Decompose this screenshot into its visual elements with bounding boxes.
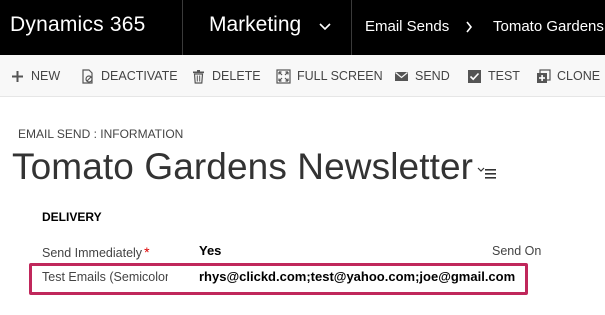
test-label: TEST (488, 69, 520, 83)
clone-icon (537, 68, 551, 83)
send-immediately-label: Send Immediately * (42, 244, 150, 260)
full-screen-icon (276, 68, 291, 84)
new-button[interactable]: NEW (10, 67, 60, 85)
full-screen-button[interactable]: FULL SCREEN (276, 67, 383, 85)
area-selector-label[interactable]: Marketing (209, 13, 301, 37)
send-immediately-label-text: Send Immediately (42, 246, 143, 260)
top-nav-bar: Dynamics 365 Marketing Email Sends Tomat… (0, 0, 605, 55)
send-label: SEND (415, 69, 450, 83)
trash-icon (193, 69, 204, 84)
test-button[interactable]: TEST (467, 67, 520, 85)
delete-button[interactable]: DELETE (191, 67, 261, 85)
send-immediately-value[interactable]: Yes (199, 243, 221, 258)
form-selector-label[interactable]: EMAIL SEND : INFORMATION (18, 127, 183, 141)
checkbox-icon (468, 69, 481, 83)
deactivate-button[interactable]: DEACTIVATE (80, 67, 178, 85)
plus-icon (12, 70, 23, 82)
test-emails-highlight (29, 263, 528, 295)
clone-button[interactable]: CLONE (536, 67, 600, 85)
title-menu-icon[interactable] (477, 164, 497, 180)
chevron-right-icon (466, 21, 473, 33)
breadcrumb-entity[interactable]: Email Sends (365, 18, 449, 35)
command-bar: NEW DEACTIVATE DELETE FULL SCREEN SEND T… (0, 55, 605, 97)
required-indicator: * (144, 244, 150, 260)
delivery-section-title: DELIVERY (42, 210, 102, 224)
app-title[interactable]: Dynamics 365 (10, 13, 145, 37)
send-button[interactable]: SEND (394, 67, 450, 85)
envelope-icon (395, 71, 408, 81)
nav-divider (182, 0, 183, 55)
send-on-label: Send On (492, 244, 542, 258)
delete-label: DELETE (212, 69, 261, 83)
record-title: Tomato Gardens Newsletter (12, 146, 474, 187)
new-label: NEW (31, 69, 61, 83)
clone-label: CLONE (557, 69, 601, 83)
breadcrumb-record[interactable]: Tomato Gardens (493, 18, 604, 35)
deactivate-label: DEACTIVATE (101, 69, 178, 83)
full-screen-label: FULL SCREEN (297, 69, 383, 83)
deactivate-icon (82, 68, 93, 84)
chevron-down-icon[interactable] (318, 22, 332, 32)
nav-divider (351, 0, 352, 55)
